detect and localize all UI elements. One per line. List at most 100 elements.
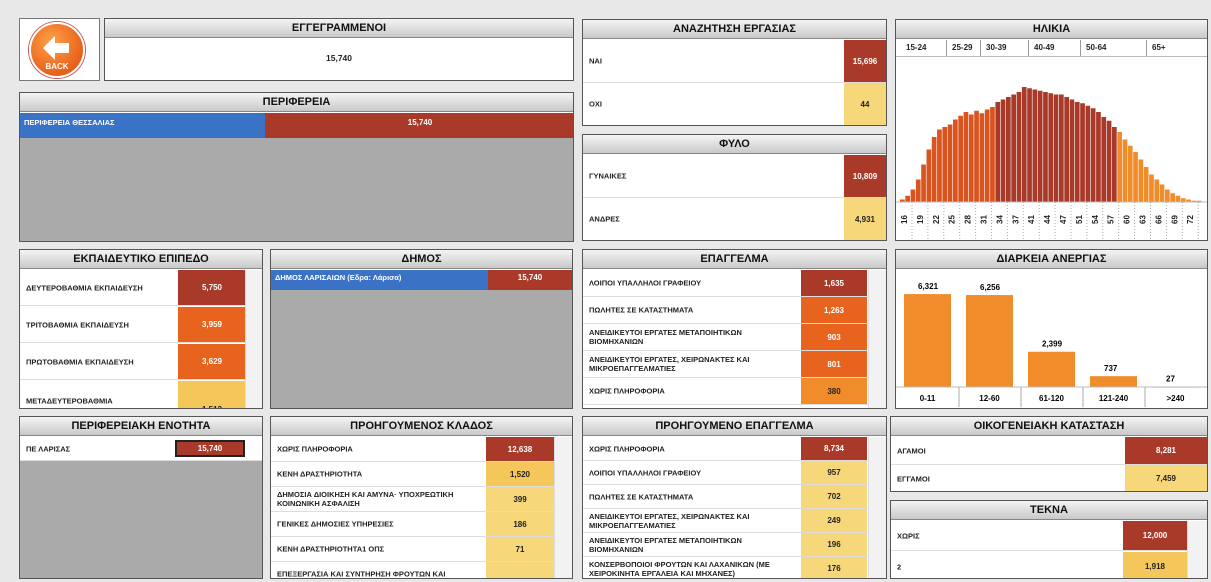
duration-category-label: 121-240 [1099,394,1129,403]
profession-row[interactable]: ΧΩΡΙΣ ΠΛΗΡΟΦΟΡΙΑ 380 [583,378,886,405]
education-row[interactable]: ΜΕΤΑΔΕΥΤΕΡΟΒΑΘΜΙΑ 1,513 [20,381,262,408]
row-value: 196 [801,533,867,556]
age-tick-label: 25 [948,215,957,224]
municipality-row-label: ΔΗΜΟΣ ΛΑΡΙΣΑΙΩΝ (Εδρα: Λάρισα) [271,270,488,290]
scrollbar[interactable] [868,270,886,408]
prev-sector-row[interactable]: ΕΠΕΞΕΡΓΑΣΙΑ ΚΑΙ ΣΥΝΤΗΡΗΣΗ ΦΡΟΥΤΩΝ ΚΑΙ [271,562,572,578]
age-bar [1064,97,1069,202]
age-histogram: 16 19 22 25 28 31 34 37 41 44 47 51 54 57 60 63 66 69 72 [896,87,1207,240]
region-row[interactable]: ΠΕΡΙΦΕΡΕΙΑ ΘΕΣΣΑΛΙΑΣ 15,740 [20,113,573,138]
duration-title: ΔΙΑΡΚΕΙΑ ΑΝΕΡΓΙΑΣ [896,250,1207,269]
age-bar [1021,87,1027,202]
region-panel: ΠΕΡΙΦΕΡΕΙΑ ΠΕΡΙΦΕΡΕΙΑ ΘΕΣΣΑΛΙΑΣ 15,740 [19,92,574,242]
profession-row[interactable]: ΑΝΕΙΔΙΚΕΥΤΟΙ ΕΡΓΑΤΕΣ ΜΕΤΑΠΟΙΗΤΙΚΩΝ ΒΙΟΜΗ… [583,324,886,351]
age-tick-label: 66 [1154,215,1163,224]
prev-profession-row[interactable]: ΑΝΕΙΔΙΚΕΥΤΟΙ ΕΡΓΑΤΕΣ ΜΕΤΑΠΟΙΗΤΙΚΩΝ ΒΙΟΜΗ… [583,533,886,557]
regional-unit-title: ΠΕΡΙΦΕΡΕΙΑΚΗ ΕΝΟΤΗΤΑ [20,417,262,436]
profession-row[interactable]: ΑΝΕΙΔΙΚΕΥΤΟΙ ΕΡΓΑΤΕΣ, ΧΕΙΡΩΝΑΚΤΕΣ ΚΑΙ ΜΙ… [583,351,886,378]
gender-title: ΦΥΛΟ [583,135,886,154]
scrollbar[interactable] [245,270,262,408]
prev-profession-title: ΠΡΟΗΓΟΥΜΕΝΟ ΕΠΑΓΓΕΛΜΑ [583,417,886,436]
job-search-row[interactable]: ΝΑΙ 15,696 [583,40,886,83]
profession-title: ΕΠΑΓΓΕΛΜΑ [583,250,886,269]
age-bar [1101,117,1107,202]
row-value: 903 [801,324,867,350]
prev-profession-row[interactable]: ΧΩΡΙΣ ΠΛΗΡΟΦΟΡΙΑ 8,734 [583,437,886,461]
education-title: ΕΚΠΑΙΔΕΥΤΙΚΟ ΕΠΙΠΕΔΟ [20,250,262,269]
profession-row[interactable]: ΠΩΛΗΤΕΣ ΣΕ ΚΑΤΑΣΤΗΜΑΤΑ 1,263 [583,297,886,324]
age-tick-label: 34 [995,215,1004,224]
row-label: ΟΧΙ [589,99,602,109]
registered-panel: ΕΓΓΕΓΡΑΜΜΕΝΟΙ 15,740 [104,18,574,81]
gender-row[interactable]: ΓΥΝΑΙΚΕΣ 10,809 [583,155,886,198]
duration-value-label: 6,321 [918,282,939,291]
age-bar [915,179,921,202]
prev-sector-row[interactable]: ΚΕΝΗ ΔΡΑΣΤΗΡΙΟΤΗΤΑ 1,520 [271,462,572,487]
prev-sector-row[interactable]: ΓΕΝΙΚΕΣ ΔΗΜΟΣΙΕΣ ΥΠΗΡΕΣΙΕΣ 186 [271,512,572,537]
registered-title: ΕΓΓΕΓΡΑΜΜΕΝΟΙ [105,19,573,38]
job-search-row[interactable]: ΟΧΙ 44 [583,83,886,125]
row-value: 176 [801,557,867,578]
age-bar [1175,195,1181,202]
scrollbar[interactable] [554,437,572,578]
duration-value-label: 27 [1166,375,1175,384]
age-bar [1037,90,1043,202]
age-tick-label: 22 [932,215,941,224]
age-tick-label: 69 [1170,215,1179,224]
row-value: 12,638 [486,437,554,461]
regional-unit-empty-area [20,461,262,578]
age-bar [968,114,974,202]
profession-panel: ΕΠΑΓΓΕΛΜΑ ΛΟΙΠΟΙ ΥΠΑΛΛΗΛΟΙ ΓΡΑΦΕΙΟΥ 1,635… [582,249,887,409]
age-bar [1059,94,1064,202]
prev-sector-row[interactable]: ΔΗΜΟΣΙΑ ΔΙΟΙΚΗΣΗ ΚΑΙ ΑΜΥΝΑ· ΥΠΟΧΡΕΩΤΙΚΗ … [271,487,572,512]
prev-sector-row[interactable]: ΚΕΝΗ ΔΡΑΣΤΗΡΙΟΤΗΤΑ1 ΟΠΣ 71 [271,537,572,562]
prev-profession-row[interactable]: ΛΟΙΠΟΙ ΥΠΑΛΛΗΛΟΙ ΓΡΑΦΕΙΟΥ 957 [583,461,886,485]
scrollbar[interactable] [1187,521,1207,578]
gender-row[interactable]: ΑΝΔΡΕΣ 4,931 [583,198,886,240]
row-label: ΛΟΙΠΟΙ ΥΠΑΛΛΗΛΟΙ ΓΡΑΦΕΙΟΥ [589,278,702,288]
age-bar [1133,152,1138,202]
age-bar [963,112,969,202]
age-bar [1000,99,1006,202]
education-row[interactable]: ΔΕΥΤΕΡΟΒΑΘΜΙΑ ΕΚΠΑΙΔΕΥΣΗ 5,750 [20,270,262,306]
prev-sector-title: ΠΡΟΗΓΟΥΜΕΝΟΣ ΚΛΑΔΟΣ [271,417,572,436]
row-label: ΚΟΝΣΕΡΒΟΠΟΙΟΙ ΦΡΟΥΤΩΝ ΚΑΙ ΛΑΧΑΝΙΚΩΝ (ΜΕ … [589,559,770,578]
profession-row[interactable]: ΛΟΙΠΟΙ ΥΠΑΛΛΗΛΟΙ ΓΡΑΦΕΙΟΥ 1,635 [583,270,886,297]
row-value: 8,281 [1125,437,1207,464]
age-bar [1127,145,1133,202]
row-value: 8,734 [801,437,867,460]
age-bar [1080,103,1085,202]
marital-row[interactable]: ΕΓΓΑΜΟΙ 7,459 [891,465,1207,491]
prev-profession-row[interactable]: ΠΩΛΗΤΕΣ ΣΕ ΚΑΤΑΣΤΗΜΑΤΑ 702 [583,485,886,509]
age-group-label: 50-64 [1086,43,1107,52]
age-group-label: 15-24 [906,43,927,52]
prev-sector-row[interactable]: ΧΩΡΙΣ ΠΛΗΡΟΦΟΡΙΑ 12,638 [271,437,572,462]
scrollbar[interactable] [868,437,886,578]
age-bar [1043,92,1048,202]
age-bar [1106,120,1112,202]
marital-panel: ΟΙΚΟΓΕΝΕΙΑΚΗ ΚΑΤΑΣΤΑΣΗ ΑΓΑΜΟΙ 8,281 ΕΓΓΑ… [890,416,1208,492]
row-value: 186 [486,512,554,536]
row-label: ΠΡΩΤΟΒΑΘΜΙΑ ΕΚΠΑΙΔΕΥΣΗ [26,357,134,366]
duration-category-label: 0-11 [920,394,936,403]
prev-profession-row[interactable]: ΚΟΝΣΕΡΒΟΠΟΙΟΙ ΦΡΟΥΤΩΝ ΚΑΙ ΛΑΧΑΝΙΚΩΝ (ΜΕ … [583,557,886,578]
back-button[interactable]: BACK [29,22,85,78]
age-title: ΗΛΙΚΙΑ [896,20,1207,39]
row-label: ΓΥΝΑΙΚΕΣ [589,171,627,181]
children-row[interactable]: ΧΩΡΙΣ 12,000 [891,521,1207,551]
age-bar [953,119,958,202]
duration-value-label: 2,399 [1042,340,1063,349]
municipality-row[interactable]: ΔΗΜΟΣ ΛΑΡΙΣΑΙΩΝ (Εδρα: Λάρισα) 15,740 [271,270,572,290]
row-value: 5,750 [178,270,246,305]
row-value: 7,459 [1125,465,1207,491]
children-row[interactable]: 2 1,918 [891,552,1207,578]
marital-row[interactable]: ΑΓΑΜΟΙ 8,281 [891,437,1207,465]
marital-title: ΟΙΚΟΓΕΝΕΙΑΚΗ ΚΑΤΑΣΤΑΣΗ [891,417,1207,436]
duration-category-label: 61-120 [1039,394,1064,403]
education-row[interactable]: ΤΡΙΤΟΒΑΘΜΙΑ ΕΚΠΑΙΔΕΥΣΗ 3,959 [20,307,262,343]
prev-profession-row[interactable]: ΑΝΕΙΔΙΚΕΥΤΟΙ ΕΡΓΑΤΕΣ, ΧΕΙΡΩΝΑΚΤΕΣ ΚΑΙ ΜΙ… [583,509,886,533]
age-panel: ΗΛΙΚΙΑ 15-24 25-29 30-39 40-49 50-64 65+ 16 19… [895,19,1208,241]
education-row[interactable]: ΠΡΩΤΟΒΑΘΜΙΑ ΕΚΠΑΙΔΕΥΣΗ 3,629 [20,344,262,380]
row-label: ΑΓΑΜΟΙ [897,446,926,455]
regional-unit-row[interactable]: ΠΕ ΛΑΡΙΣΑΣ 15,740 [20,437,262,461]
